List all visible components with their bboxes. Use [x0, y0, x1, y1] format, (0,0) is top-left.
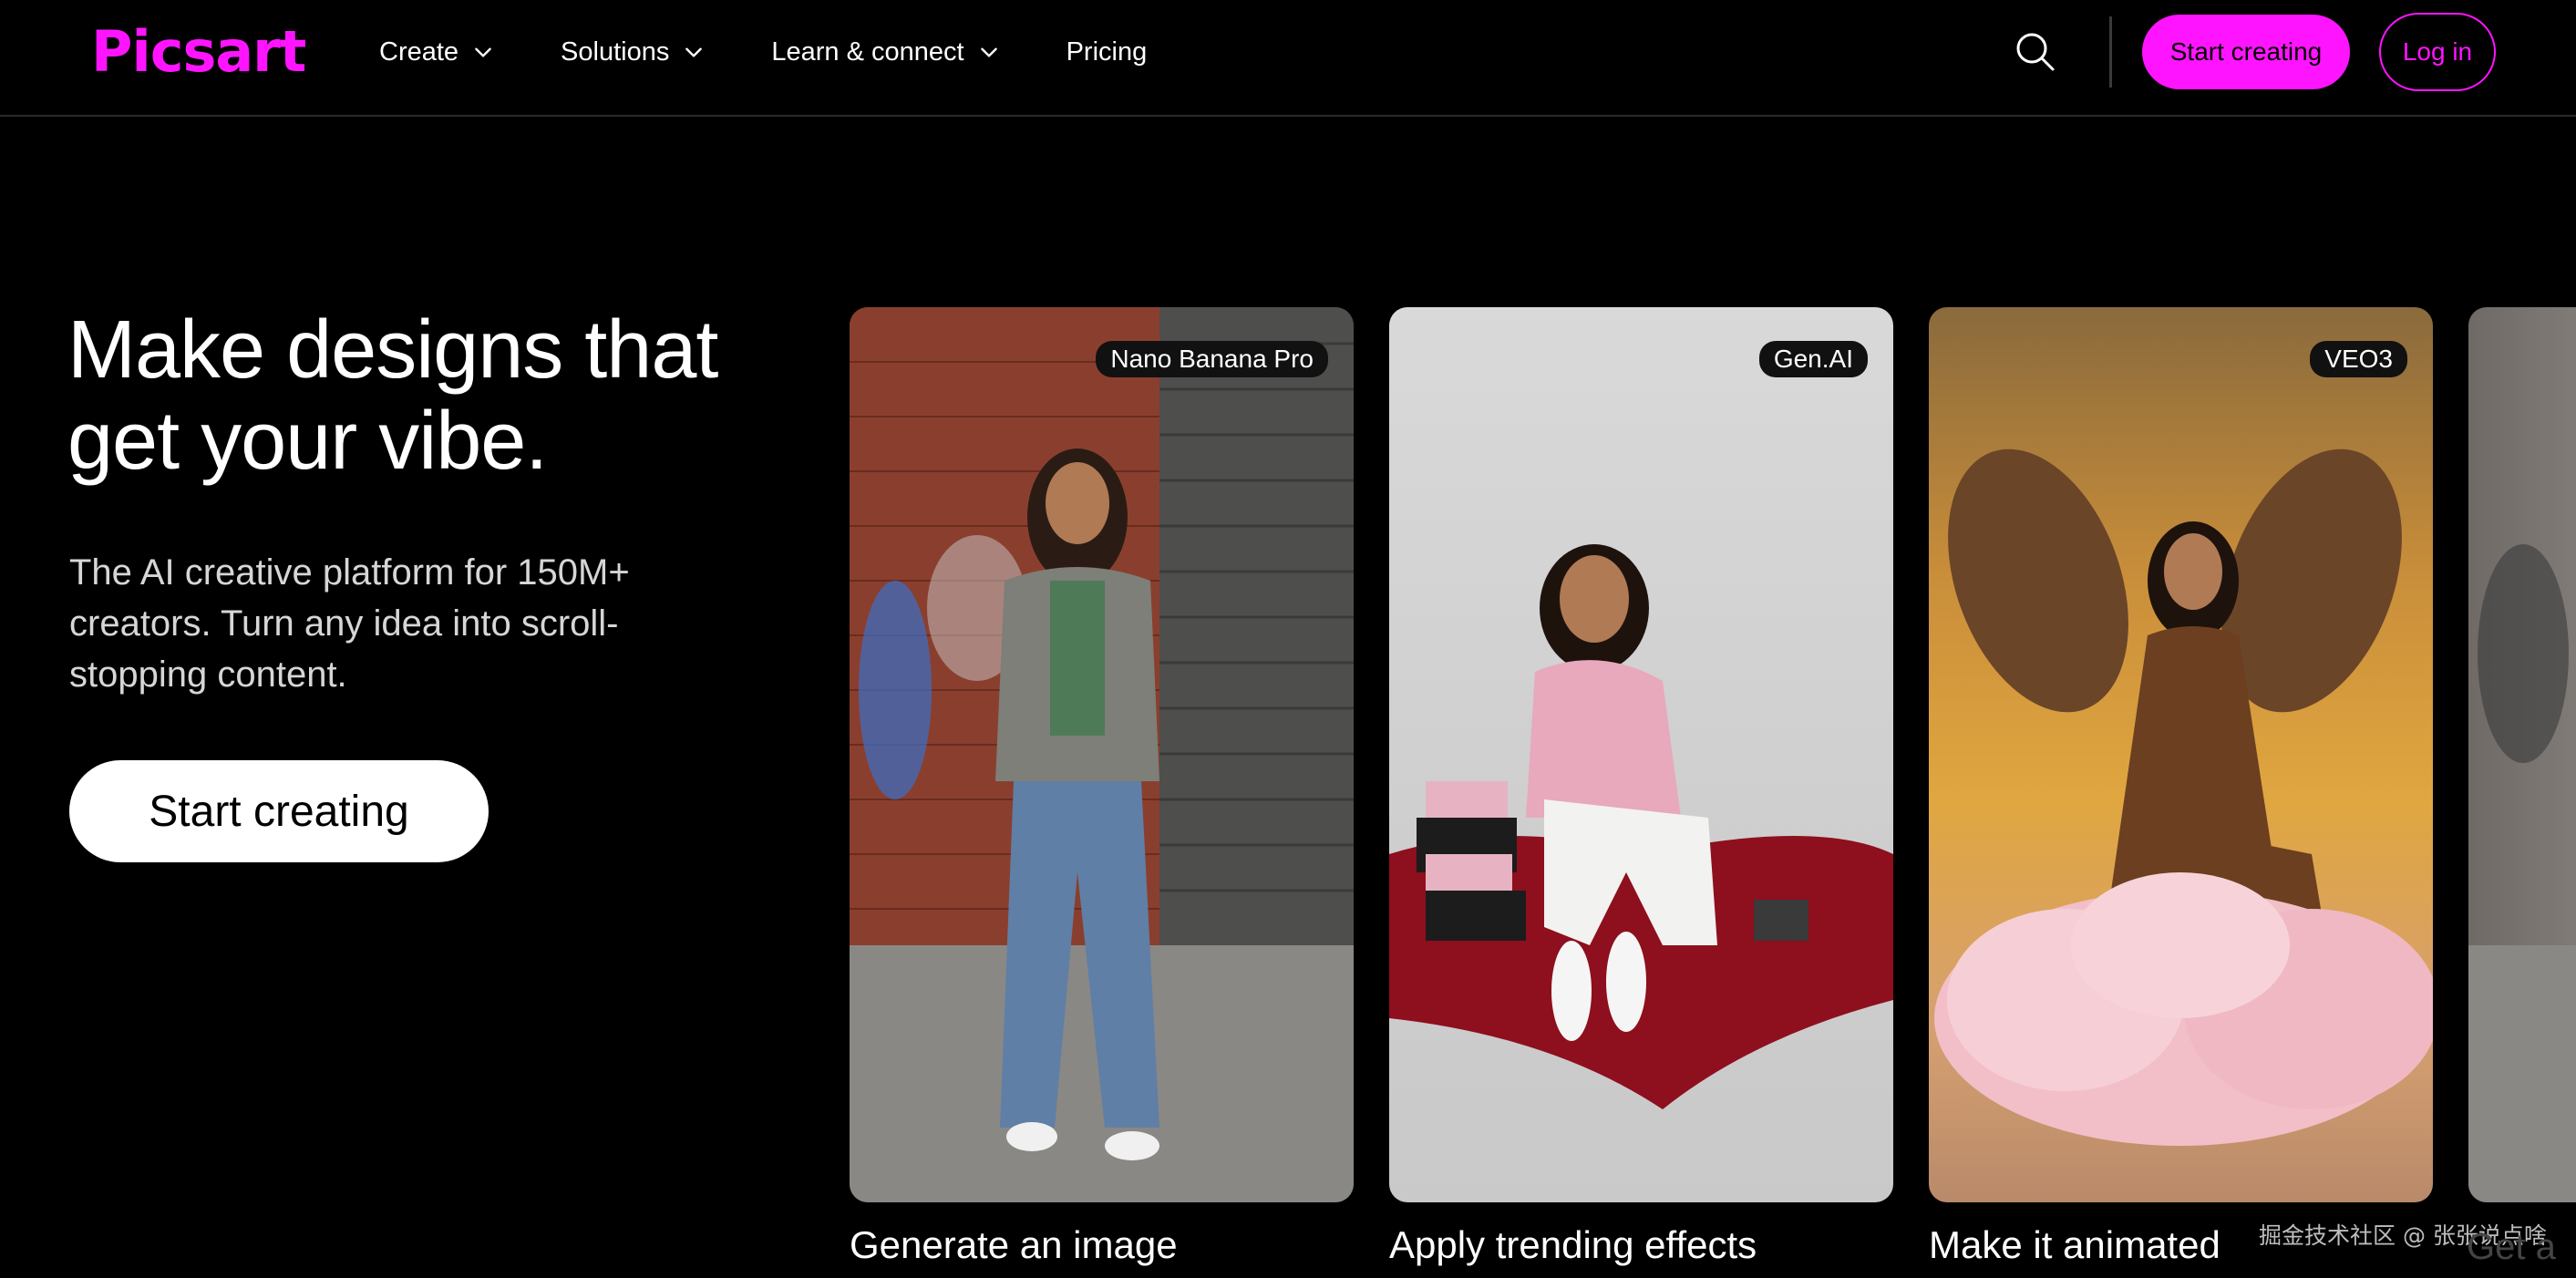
main-nav: Create Solutions Learn & connect Pricing	[379, 0, 1212, 104]
login-button[interactable]: Log in	[2379, 13, 2496, 91]
model-badge: VEO3	[2310, 341, 2407, 377]
card-label-apply-effects[interactable]: Apply trending effects	[1389, 1223, 1757, 1267]
nav-create-label: Create	[379, 36, 459, 67]
search-button[interactable]	[2013, 29, 2058, 75]
card-apply-effects[interactable]: Gen.AI	[1389, 307, 1893, 1202]
hero-title: Make designs that get your vibe.	[67, 304, 760, 487]
card-image	[2468, 544, 2576, 1202]
nav-pricing-label: Pricing	[1066, 36, 1148, 67]
hero-title-line1: Make designs that	[67, 304, 718, 396]
search-icon	[2016, 33, 2055, 71]
card-partial[interactable]	[2468, 307, 2576, 1202]
model-badge: Gen.AI	[1758, 341, 1868, 377]
card-image	[850, 307, 1354, 1202]
site-header: Picsart Create Solutions Learn & connect…	[0, 0, 2576, 117]
card-make-animated[interactable]: VEO3	[1929, 307, 2433, 1202]
nav-learn-connect-label: Learn & connect	[771, 36, 964, 67]
header-divider	[2109, 16, 2112, 88]
card-label-generate-image[interactable]: Generate an image	[850, 1223, 1178, 1267]
nav-solutions-label: Solutions	[561, 36, 670, 67]
picsart-logo[interactable]: Picsart	[91, 18, 306, 85]
hero-start-creating-button[interactable]: Start creating	[69, 760, 489, 862]
nav-learn-connect[interactable]: Learn & connect	[771, 37, 1000, 67]
card-label-partial[interactable]: Get a	[2467, 1227, 2556, 1268]
hero-subtitle: The AI creative platform for 150M+ creat…	[69, 552, 630, 695]
chevron-down-icon	[980, 47, 997, 57]
chevron-down-icon	[685, 47, 703, 57]
nav-pricing[interactable]: Pricing	[1066, 37, 1148, 67]
card-image	[1389, 544, 1893, 1109]
header-start-creating-button[interactable]: Start creating	[2142, 15, 2350, 89]
card-generate-image[interactable]: Nano Banana Pro	[850, 307, 1354, 1202]
chevron-down-icon	[475, 47, 491, 57]
card-image	[1934, 448, 2433, 1146]
model-badge: Nano Banana Pro	[1096, 341, 1328, 377]
nav-solutions[interactable]: Solutions	[561, 37, 706, 67]
nav-create[interactable]: Create	[379, 37, 495, 67]
card-label-make-animated[interactable]: Make it animated	[1929, 1223, 2221, 1267]
hero-title-line2: get your vibe.	[67, 396, 548, 487]
